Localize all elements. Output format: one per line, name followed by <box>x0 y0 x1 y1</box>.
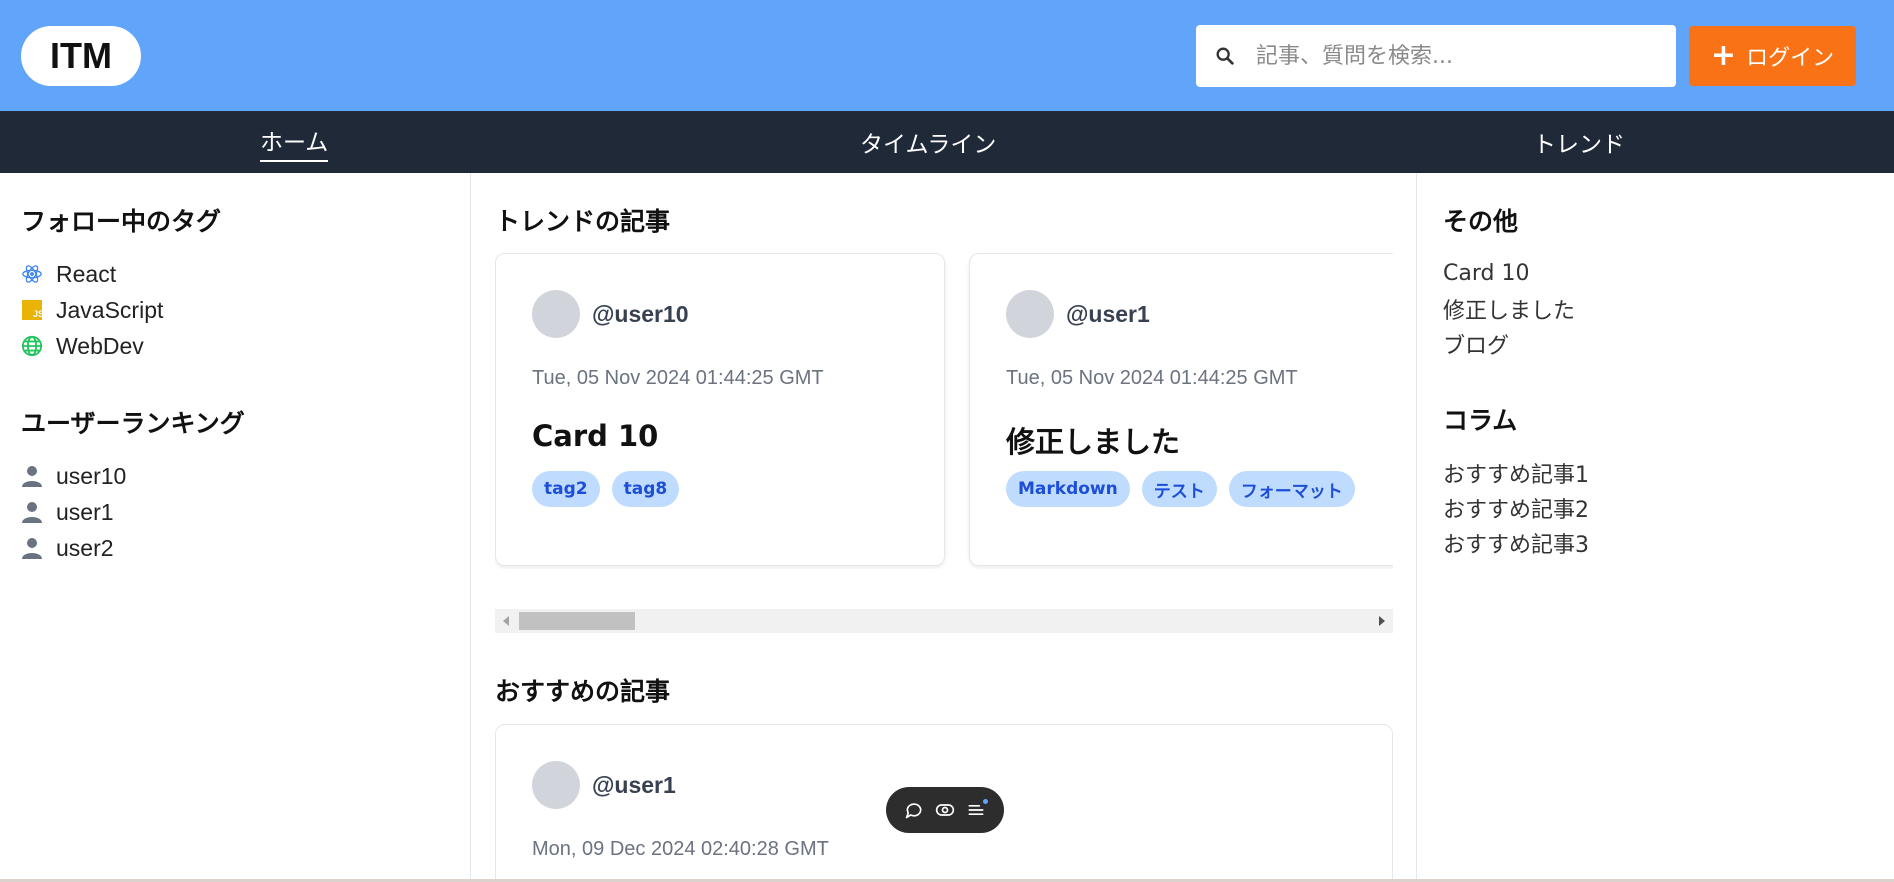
tag-chip[interactable]: tag2 <box>532 471 600 507</box>
other-item[interactable]: Card 10 <box>1443 256 1873 291</box>
article-card[interactable]: @user10 Tue, 05 Nov 2024 01:44:25 GMT Ca… <box>495 253 945 566</box>
scrollbar-thumb[interactable] <box>519 612 635 630</box>
tag-chip[interactable]: フォーマット <box>1228 471 1355 507</box>
avatar[interactable] <box>1006 290 1054 338</box>
search-input[interactable] <box>1256 43 1656 69</box>
scroll-right-arrow-icon[interactable] <box>1379 616 1385 626</box>
followed-tag-javascript[interactable]: JS JavaScript <box>21 292 461 328</box>
column-item[interactable]: おすすめ記事2 <box>1443 490 1873 525</box>
login-label: ログイン <box>1746 46 1835 71</box>
react-icon <box>21 263 43 285</box>
avatar[interactable] <box>532 761 580 809</box>
left-sidebar: フォロー中のタグ React JS JavaScript WebDev ユーザー… <box>21 173 461 566</box>
card-tags: Markdown テスト フォーマット <box>1006 471 1355 507</box>
ranking-user-label: user10 <box>56 462 127 489</box>
card-username[interactable]: @user1 <box>592 772 676 799</box>
login-button[interactable]: + ログイン <box>1689 26 1856 86</box>
floating-toolbar <box>886 787 1004 833</box>
user-icon <box>21 465 43 487</box>
followed-tags-list: React JS JavaScript WebDev <box>21 256 461 364</box>
plus-icon: + <box>1710 38 1737 73</box>
site-logo[interactable]: ITM <box>21 26 141 86</box>
followed-tag-label: JavaScript <box>56 296 164 323</box>
other-list: Card 10 修正しました ブログ <box>1443 256 1873 361</box>
main-nav: ホーム タイムライン トレンド <box>0 111 1894 173</box>
menu-icon[interactable] <box>965 799 989 821</box>
card-tags: tag2 tag8 <box>532 471 680 507</box>
tag-chip[interactable]: テスト <box>1141 471 1217 507</box>
search-box[interactable] <box>1196 25 1676 87</box>
ranking-user-label: user2 <box>56 534 114 561</box>
column-list: おすすめ記事1 おすすめ記事2 おすすめ記事3 <box>1443 455 1873 560</box>
eye-icon[interactable] <box>934 799 956 821</box>
other-item[interactable]: ブログ <box>1443 326 1873 361</box>
tag-chip[interactable]: tag8 <box>611 471 680 507</box>
tab-timeline[interactable]: タイムライン <box>860 111 996 173</box>
header: ITM + ログイン <box>0 0 1894 111</box>
card-date: Tue, 05 Nov 2024 01:44:25 GMT <box>1006 367 1298 389</box>
other-title: その他 <box>1443 207 1519 236</box>
ranking-user-label: user1 <box>56 498 114 525</box>
user-ranking-title: ユーザーランキング <box>21 409 245 438</box>
followed-tags-title: フォロー中のタグ <box>21 207 222 236</box>
comment-icon[interactable] <box>903 799 925 821</box>
right-sidebar: その他 Card 10 修正しました ブログ コラム おすすめ記事1 おすすめ記… <box>1443 173 1873 560</box>
card-username[interactable]: @user10 <box>592 301 689 328</box>
notification-dot <box>983 799 989 804</box>
user-icon <box>21 501 43 523</box>
card-title[interactable]: Card 10 <box>532 419 658 453</box>
trend-articles-title: トレンドの記事 <box>495 207 671 236</box>
left-divider <box>470 173 471 882</box>
svg-text:JS: JS <box>33 309 42 319</box>
column-item[interactable]: おすすめ記事3 <box>1443 525 1873 560</box>
horizontal-scrollbar[interactable] <box>495 609 1393 633</box>
followed-tag-webdev[interactable]: WebDev <box>21 328 461 364</box>
card-username[interactable]: @user1 <box>1066 301 1150 328</box>
card-title[interactable]: 修正しました <box>1006 419 1180 461</box>
search-icon <box>1216 47 1234 65</box>
column-item[interactable]: おすすめ記事1 <box>1443 455 1873 490</box>
user-icon <box>21 537 43 559</box>
javascript-icon: JS <box>21 299 43 321</box>
globe-icon <box>21 335 43 357</box>
followed-tag-label: React <box>56 260 117 287</box>
tag-chip[interactable]: Markdown <box>1006 471 1130 507</box>
column-title: コラム <box>1443 406 1518 435</box>
article-card[interactable]: @user1 Tue, 05 Nov 2024 01:44:25 GMT 修正し… <box>969 253 1393 566</box>
other-item[interactable]: 修正しました <box>1443 291 1873 326</box>
recommended-articles-title: おすすめの記事 <box>495 677 671 706</box>
followed-tag-react[interactable]: React <box>21 256 461 292</box>
trend-cards-scroller[interactable]: @user10 Tue, 05 Nov 2024 01:44:25 GMT Ca… <box>495 253 1393 569</box>
card-date: Mon, 09 Dec 2024 02:40:28 GMT <box>532 838 829 860</box>
user-ranking-list: user10 user1 user2 <box>21 458 461 566</box>
right-divider <box>1416 173 1417 882</box>
tab-home[interactable]: ホーム <box>260 111 329 173</box>
followed-tag-label: WebDev <box>56 332 144 359</box>
ranking-user-item[interactable]: user2 <box>21 530 461 566</box>
avatar[interactable] <box>532 290 580 338</box>
ranking-user-item[interactable]: user10 <box>21 458 461 494</box>
card-date: Tue, 05 Nov 2024 01:44:25 GMT <box>532 367 824 389</box>
scroll-left-arrow-icon[interactable] <box>503 616 509 626</box>
ranking-user-item[interactable]: user1 <box>21 494 461 530</box>
main-content: トレンドの記事 <box>495 173 1393 238</box>
tab-trend[interactable]: トレンド <box>1533 111 1625 173</box>
